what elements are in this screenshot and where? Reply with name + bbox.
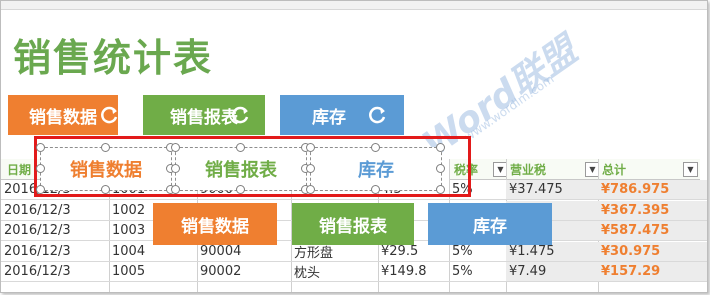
table-cell-vat[interactable]: ¥37.475 [506,180,598,200]
table-cell-total[interactable]: ¥157.29 [598,262,707,282]
table-cell-price[interactable]: ¥149.8 [378,262,449,282]
resize-handle[interactable] [306,143,315,152]
table-cell-vat[interactable]: ¥7.49 [506,262,598,282]
sales-report-label: 销售报表 [319,216,387,237]
resize-handle[interactable] [101,185,110,194]
resize-handle[interactable] [36,164,45,173]
resize-handle[interactable] [371,185,380,194]
table-cell-product[interactable]: 枕头 [291,262,378,282]
table-cell-total[interactable]: ¥30.975 [598,241,707,262]
resize-handle[interactable] [436,185,445,194]
inventory-label: 库存 [473,216,507,237]
resize-handle[interactable] [36,185,45,194]
resize-handle[interactable] [371,143,380,152]
filter-dropdown-icon[interactable]: ▼ [683,162,698,177]
table-cell-date[interactable]: 2016/12/3 [1,242,109,262]
table-cell-total[interactable]: ¥367.395 [598,200,707,221]
resize-handle[interactable] [171,164,180,173]
sales-report-button-label: 销售报表 [170,107,238,128]
inventory-button-label: 库存 [312,107,346,128]
inventory-button-copy[interactable]: 库存 [428,203,552,245]
inventory-button[interactable]: 库存 [280,95,404,135]
resize-handle[interactable] [306,185,315,194]
sales-data-button-copy[interactable]: 销售数据 [153,203,277,245]
spreadsheet-window: 销售统计表 销售数据 销售报表 库存 Word联盟 www.wordlm.com… [0,0,708,293]
table-cell-id[interactable]: 1005 [109,262,197,282]
resize-handle[interactable] [236,143,245,152]
table-cell-total[interactable]: ¥786.975 [598,180,707,200]
table-cell-date[interactable]: 2016/12/3 [1,262,109,282]
resize-handle[interactable] [306,164,315,173]
sales-report-button[interactable]: 销售报表 [143,95,265,135]
refresh-icon [232,106,249,124]
resize-handle[interactable] [36,143,45,152]
top-strip [1,1,707,10]
sales-report-button-copy[interactable]: 销售报表 [292,203,414,245]
sales-data-button[interactable]: 销售数据 [8,95,118,135]
resize-handle[interactable] [101,143,110,152]
table-cell-tax[interactable]: 5% [449,262,506,282]
sheet-title: 销售统计表 [13,36,214,80]
table-cell-total[interactable]: ¥587.475 [598,221,707,241]
resize-handle[interactable] [436,143,445,152]
col-header-total[interactable]: 总计 ▼ [598,159,700,180]
sales-data-label: 销售数据 [181,216,249,237]
table-cell-code[interactable]: 90002 [197,262,291,282]
col-header-business-tax[interactable]: 营业税 ▼ [506,159,602,180]
resize-handle[interactable] [171,185,180,194]
table-cell-date[interactable]: 2016/12/3 [1,221,109,241]
sales-data-button-label: 销售数据 [29,107,97,128]
refresh-icon [101,106,118,124]
table-cell-date[interactable]: 2016/12/3 [1,201,109,221]
resize-handle[interactable] [171,143,180,152]
refresh-icon [369,106,386,124]
resize-handle[interactable] [236,185,245,194]
resize-handle[interactable] [436,164,445,173]
